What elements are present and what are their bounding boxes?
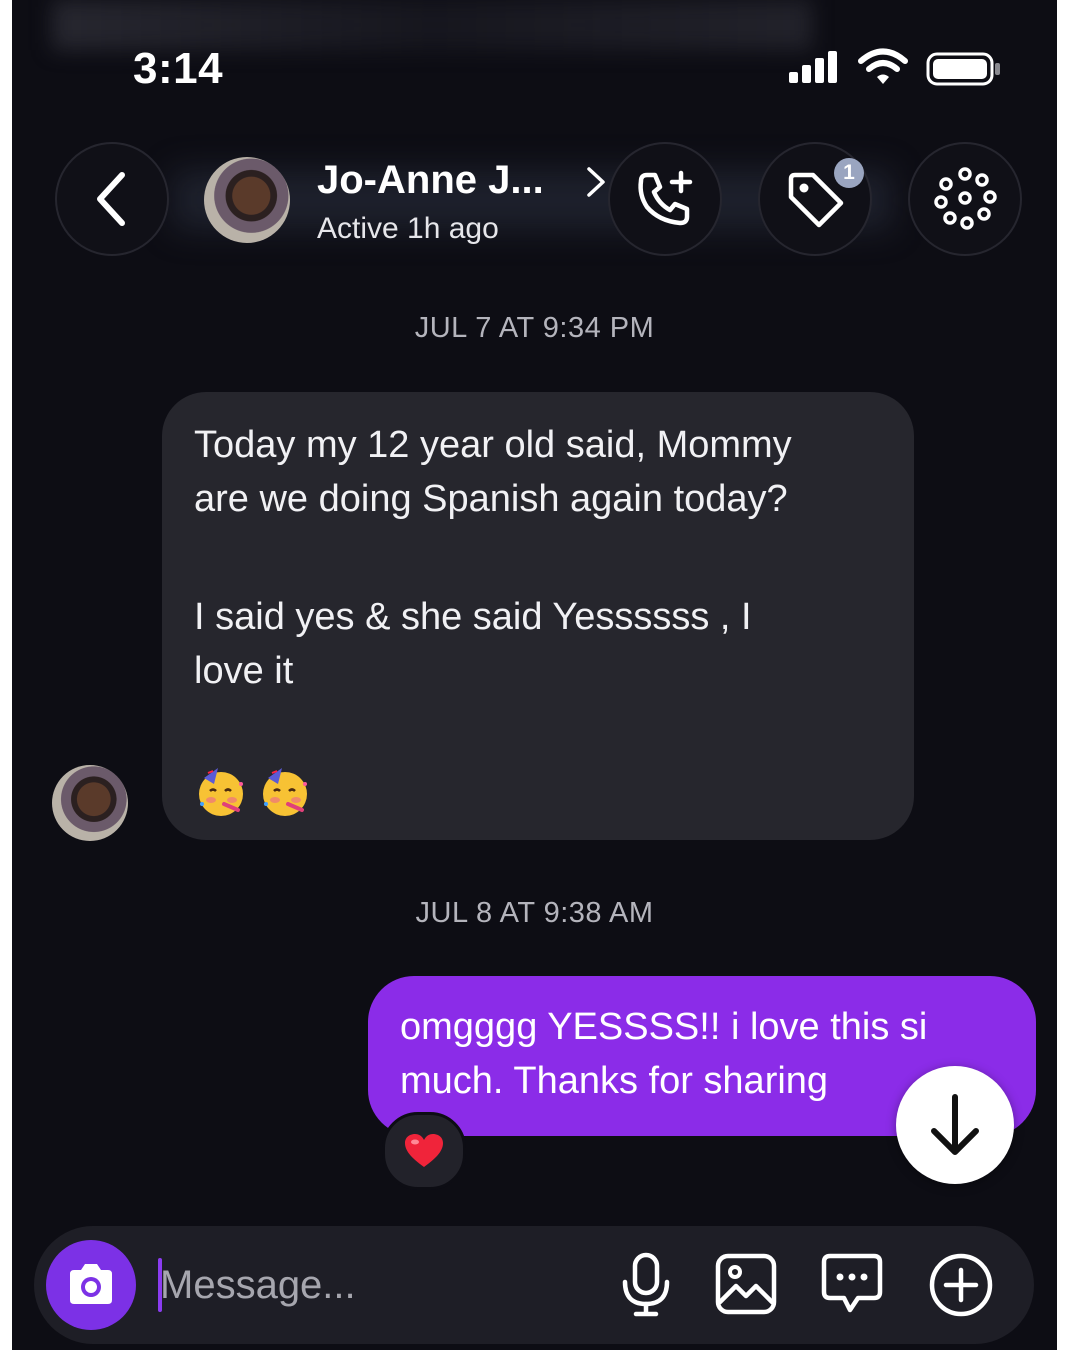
message-text-line: love it (194, 650, 294, 692)
status-time: 3:14 (133, 44, 224, 93)
message-reaction[interactable] (382, 1112, 466, 1190)
status-bar: 3:14 (12, 0, 1057, 120)
phone-plus-icon (638, 170, 693, 226)
heart-icon (405, 1134, 443, 1167)
call-add-button[interactable] (608, 142, 722, 256)
add-icon[interactable] (928, 1252, 994, 1318)
contact-avatar[interactable] (204, 157, 290, 243)
contact-status: Active 1h ago (317, 212, 499, 245)
sticker-icon[interactable] (820, 1252, 884, 1316)
battery-icon (926, 52, 1000, 86)
message-timestamp: JUL 7 AT 9:34 PM (414, 312, 655, 344)
mic-icon[interactable] (618, 1252, 674, 1318)
chat-screen: 3:14 Jo-Anne J... Active 1h ago 1 JUL 7 … (12, 0, 1057, 1350)
chevron-right-icon[interactable] (584, 166, 608, 198)
effects-icon (934, 167, 997, 230)
chat-header: Jo-Anne J... Active 1h ago 1 (12, 130, 1057, 270)
party-face-icon (199, 768, 243, 816)
arrow-down-icon (931, 1094, 979, 1155)
gallery-icon[interactable] (714, 1252, 778, 1316)
message-text-line: are we doing Spanish again today? (194, 478, 788, 520)
chevron-left-icon (97, 172, 125, 226)
message-text-line: I said yes & she said Yessssss , I (194, 596, 752, 638)
camera-button[interactable] (46, 1240, 136, 1330)
wifi-icon (858, 48, 908, 84)
message-timestamp: JUL 8 AT 9:38 AM (415, 897, 654, 929)
incoming-message-bubble[interactable]: Today my 12 year old said, Mommy are we … (162, 392, 914, 840)
message-composer (34, 1226, 1034, 1344)
party-face-icon (263, 768, 307, 816)
blurred-notification (52, 0, 812, 50)
emoji-row (194, 764, 882, 818)
contact-name[interactable]: Jo-Anne J... (317, 158, 544, 203)
message-input[interactable] (160, 1256, 580, 1314)
signal-icon (789, 51, 837, 83)
sender-avatar[interactable] (52, 765, 128, 841)
effects-button[interactable] (908, 142, 1022, 256)
back-button[interactable] (55, 142, 169, 256)
tag-badge: 1 (834, 158, 864, 188)
scroll-to-bottom-button[interactable] (896, 1066, 1014, 1184)
camera-icon (70, 1264, 112, 1304)
message-text-line: omgggg YESSSS!! i love this si (400, 1006, 928, 1048)
message-text-line: Today my 12 year old said, Mommy (194, 424, 792, 466)
